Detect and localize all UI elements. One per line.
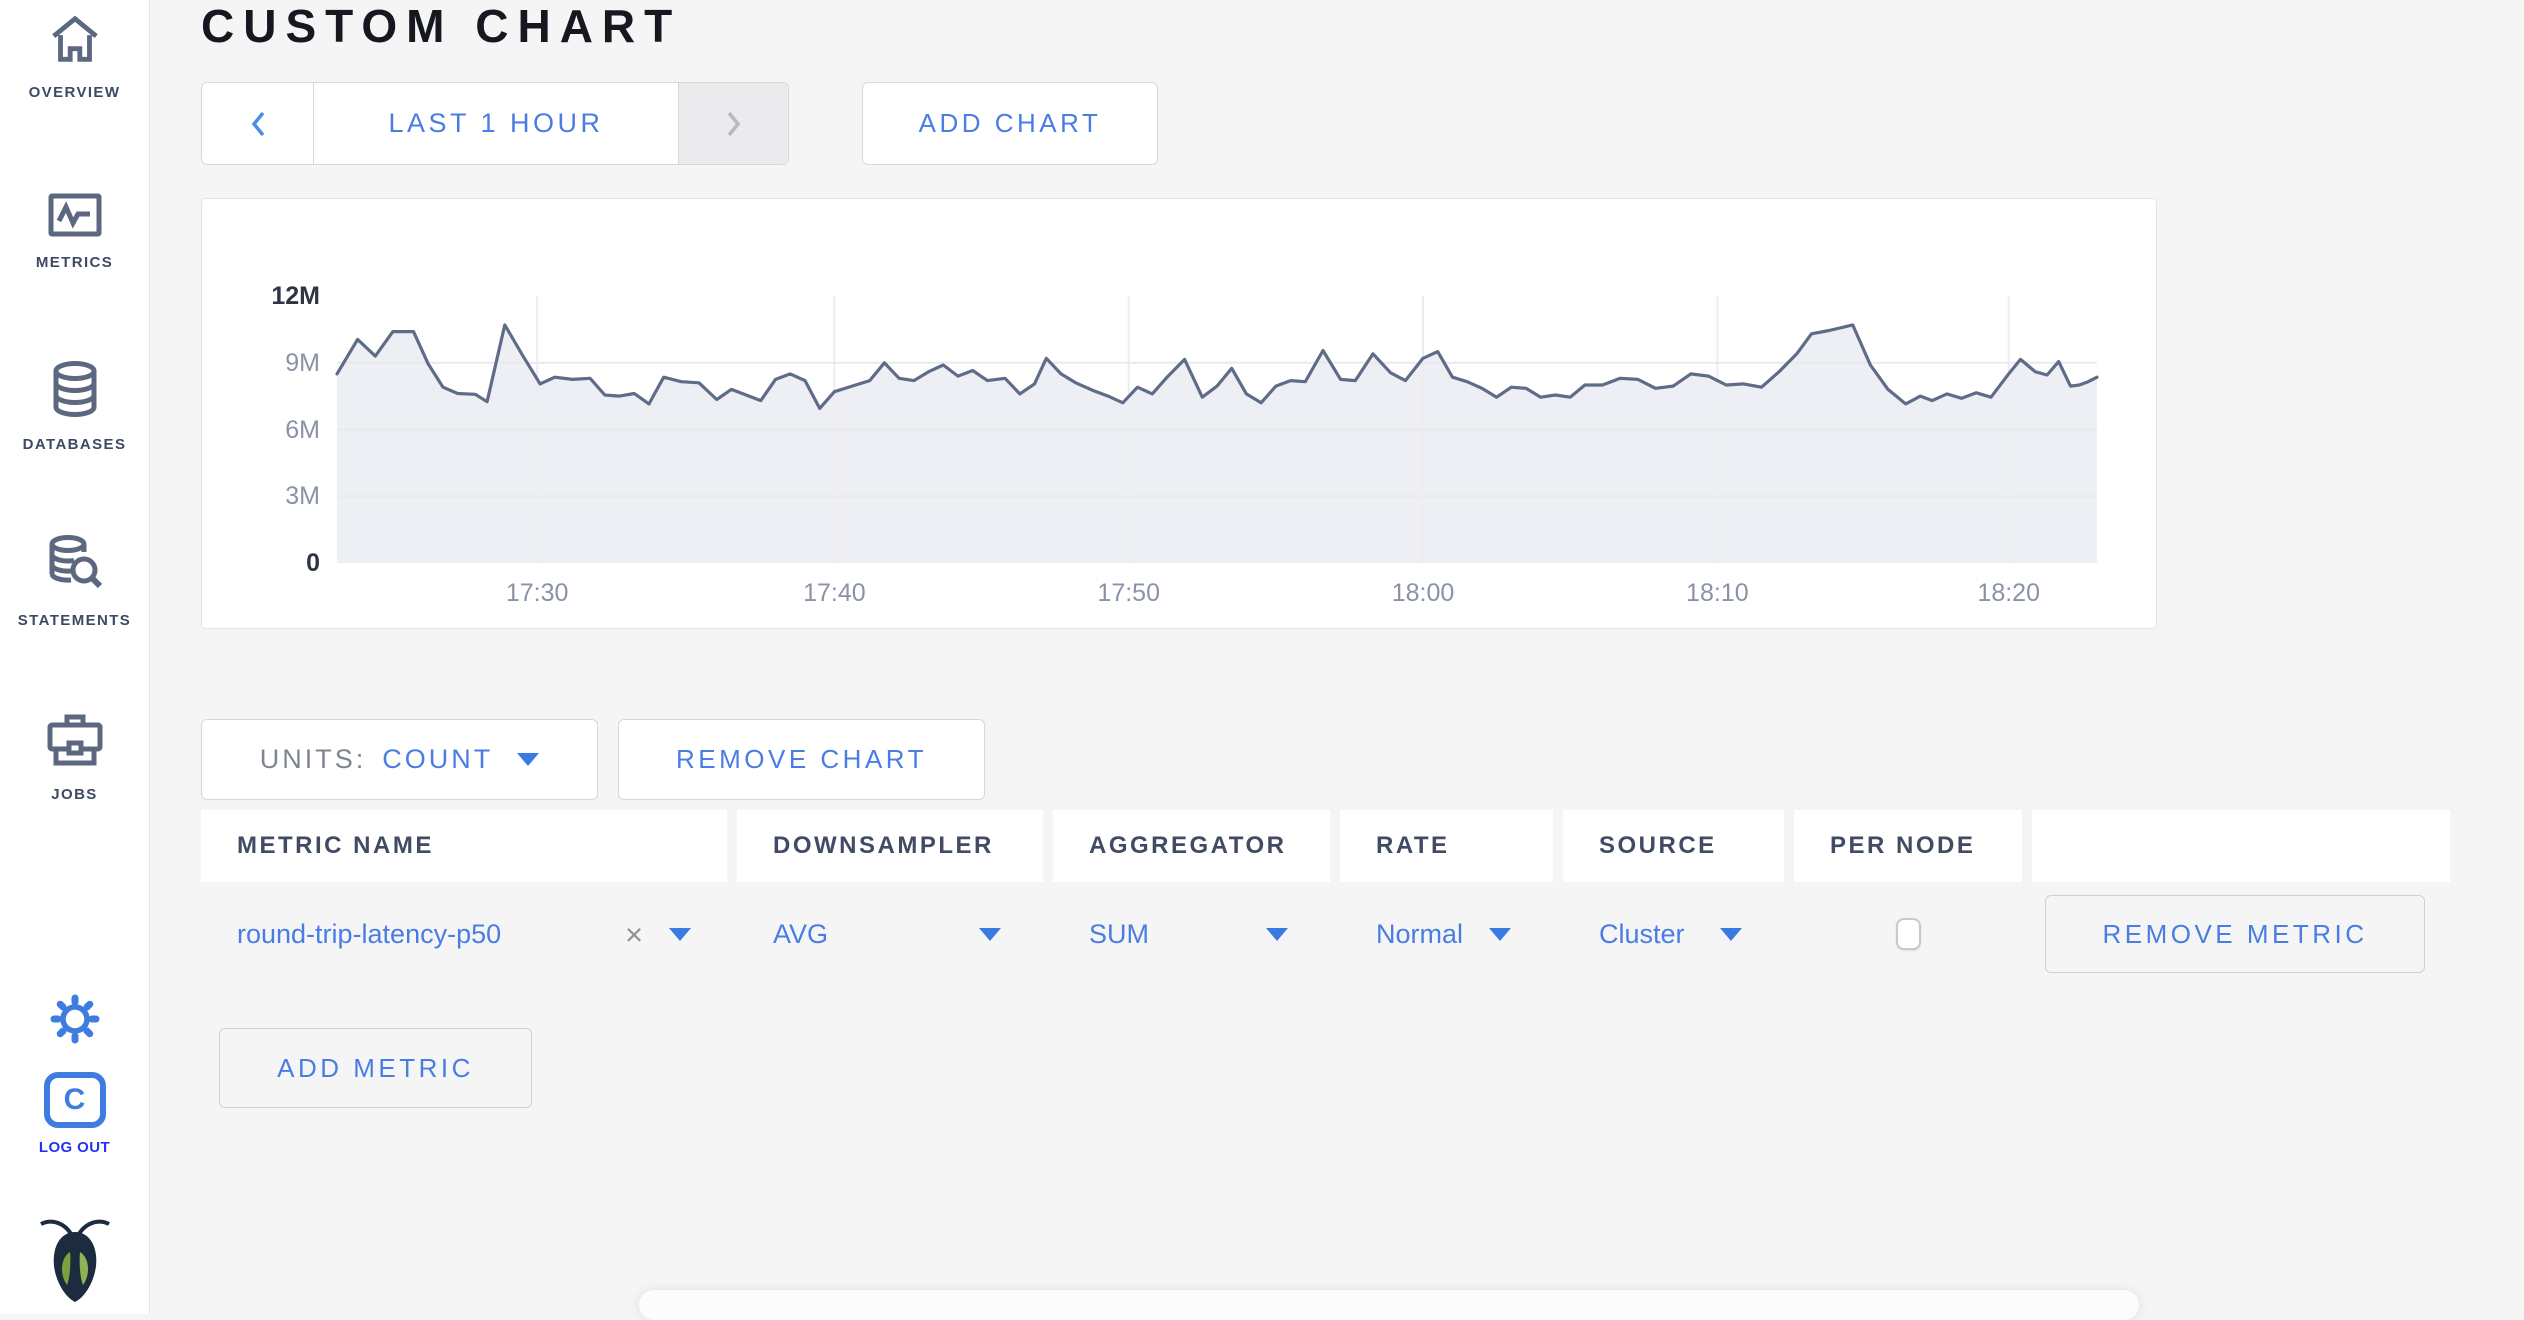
statements-icon	[49, 535, 102, 589]
caret-down-icon	[1266, 928, 1288, 941]
main-content: CUSTOM CHART LAST 1 HOUR ADD CHART 12M 9M…	[150, 0, 2524, 1320]
home-icon	[51, 15, 98, 62]
add-chart-button[interactable]: ADD CHART	[862, 82, 1158, 165]
chart-plot	[335, 296, 2099, 563]
column-header-downsampler: DOWNSAMPLER	[737, 810, 1043, 882]
app-root: OVERVIEW METRICS DATABASES STATEMENTS JO…	[0, 0, 2524, 1320]
chevron-left-icon	[251, 111, 264, 136]
column-header-rate: RATE	[1340, 810, 1553, 882]
y-axis-tick-label: 9M	[285, 348, 320, 377]
remove-chart-button[interactable]: REMOVE CHART	[618, 719, 985, 800]
time-range-selector: LAST 1 HOUR	[201, 82, 789, 165]
aggregator-value: SUM	[1089, 918, 1149, 949]
aggregator-select[interactable]: SUM	[1053, 882, 1330, 986]
line-chart: 12M 9M 6M 3M 0 17:30 17:40 17:50 18:00 18:10 18:20	[202, 199, 2156, 628]
logout-label: LOG OUT	[38, 1139, 111, 1156]
caret-down-icon	[1489, 928, 1511, 941]
metric-name-value: round-trip-latency-p50	[237, 918, 502, 949]
database-icon	[53, 361, 96, 417]
y-axis-tick-label: 3M	[285, 482, 320, 511]
time-range-dropdown[interactable]: LAST 1 HOUR	[314, 83, 678, 164]
table-row: round-trip-latency-p50 × AVG SUM Normal	[201, 882, 2450, 986]
series-area	[337, 324, 2097, 563]
add-metric-button[interactable]: ADD METRIC	[219, 1028, 532, 1108]
sidebar-item-label: DATABASES	[22, 436, 127, 453]
sidebar-item-databases[interactable]: DATABASES	[0, 360, 149, 453]
units-dropdown[interactable]: UNITS: COUNT	[201, 719, 598, 800]
sidebar: OVERVIEW METRICS DATABASES STATEMENTS JO…	[0, 0, 150, 1314]
x-axis-tick-label: 18:20	[1977, 579, 2040, 607]
gear-icon	[50, 994, 99, 1044]
units-value: COUNT	[382, 744, 494, 774]
time-prev-button[interactable]	[202, 83, 314, 164]
metrics-icon	[48, 193, 101, 237]
caret-down-icon[interactable]	[669, 928, 691, 941]
logout-button[interactable]: C LOG OUT	[0, 1072, 149, 1156]
page-title: CUSTOM CHART	[201, 0, 682, 52]
sidebar-item-statements[interactable]: STATEMENTS	[0, 534, 149, 629]
y-axis-tick-label: 12M	[271, 282, 320, 310]
metrics-table-header: METRIC NAME DOWNSAMPLER AGGREGATOR RATE …	[201, 810, 2450, 882]
y-axis-tick-label: 0	[306, 549, 320, 577]
sidebar-item-label: JOBS	[51, 786, 98, 803]
x-axis-tick-label: 17:30	[505, 579, 569, 607]
x-axis-tick-label: 18:00	[1391, 579, 1455, 607]
cockroachdb-logo[interactable]	[0, 1216, 149, 1304]
caret-down-icon	[1720, 928, 1742, 941]
clear-metric-icon[interactable]: ×	[625, 919, 643, 950]
y-axis-tick-label: 6M	[285, 415, 320, 444]
source-value: Cluster	[1599, 918, 1685, 949]
time-next-button[interactable]	[678, 83, 788, 164]
column-header-actions	[2032, 810, 2450, 882]
x-axis-tick-label: 17:40	[803, 579, 866, 607]
chevron-right-icon	[727, 111, 740, 136]
per-node-checkbox[interactable]	[1895, 918, 1921, 950]
x-axis-tick-label: 18:10	[1686, 579, 1749, 607]
units-label: UNITS:	[259, 744, 367, 774]
per-node-cell	[1794, 882, 2022, 986]
cockroach-c-icon: C	[43, 1072, 106, 1128]
cockroachdb-bug-icon	[39, 1219, 110, 1302]
chart-controls-row: UNITS: COUNT REMOVE CHART	[201, 719, 2524, 800]
column-header-metric-name: METRIC NAME	[201, 810, 727, 882]
sidebar-item-label: METRICS	[35, 254, 114, 271]
sidebar-item-metrics[interactable]: METRICS	[0, 192, 149, 271]
toolbar: LAST 1 HOUR ADD CHART	[201, 82, 2524, 165]
rate-value: Normal	[1376, 918, 1464, 949]
sidebar-item-label: OVERVIEW	[28, 84, 121, 101]
remove-metric-button[interactable]: REMOVE METRIC	[2045, 895, 2425, 973]
column-header-source: SOURCE	[1563, 810, 1784, 882]
chart-card: 12M 9M 6M 3M 0 17:30 17:40 17:50 18:00 18:10 18:20	[201, 198, 2157, 629]
column-header-per-node: PER NODE	[1794, 810, 2022, 882]
sidebar-item-overview[interactable]: OVERVIEW	[0, 12, 149, 101]
briefcase-icon	[47, 714, 102, 766]
downsampler-select[interactable]: AVG	[737, 882, 1043, 986]
sidebar-item-jobs[interactable]: JOBS	[0, 712, 149, 803]
source-select[interactable]: Cluster	[1563, 882, 1784, 986]
downsampler-value: AVG	[773, 918, 829, 949]
column-header-aggregator: AGGREGATOR	[1053, 810, 1330, 882]
horizontal-scrollbar[interactable]	[639, 1290, 2139, 1320]
metrics-table: METRIC NAME DOWNSAMPLER AGGREGATOR RATE …	[201, 810, 2450, 986]
settings-button[interactable]	[0, 992, 149, 1046]
sidebar-item-label: STATEMENTS	[17, 612, 132, 629]
rate-select[interactable]: Normal	[1340, 882, 1553, 986]
row-actions-cell: REMOVE METRIC	[2032, 882, 2450, 986]
caret-down-icon	[517, 753, 540, 766]
x-axis-tick-label: 17:50	[1097, 579, 1160, 607]
metric-name-select[interactable]: round-trip-latency-p50 ×	[201, 882, 727, 986]
caret-down-icon	[979, 928, 1001, 941]
